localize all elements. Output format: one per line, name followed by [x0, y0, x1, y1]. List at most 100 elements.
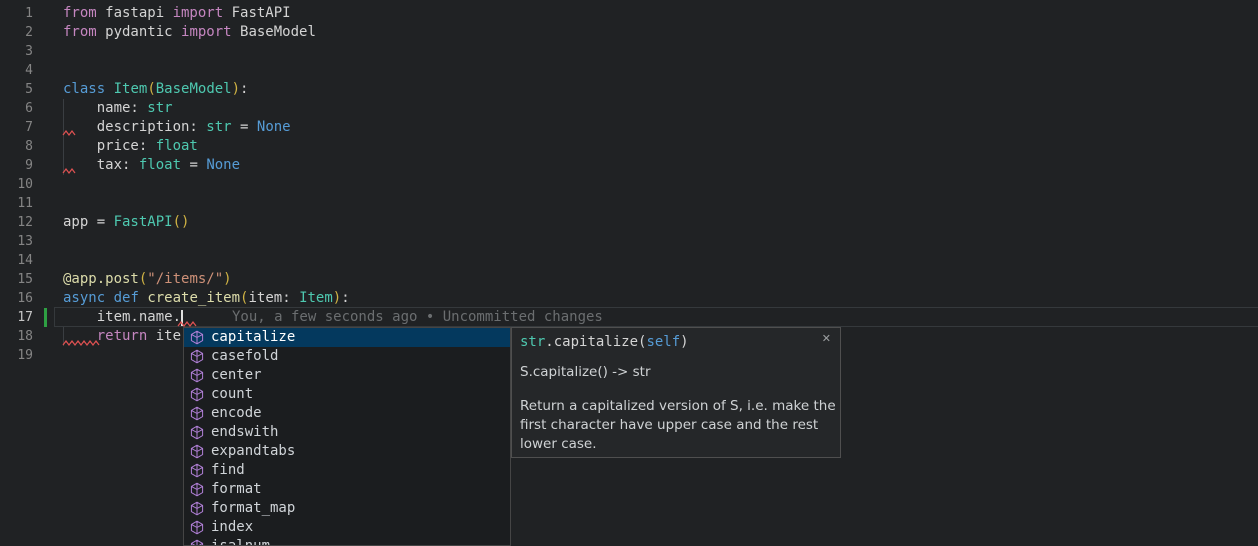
suggestion-item-format_map[interactable]: format_map — [184, 499, 510, 518]
line-number-1[interactable]: 1 — [0, 4, 33, 23]
suggestion-item-encode[interactable]: encode — [184, 404, 510, 423]
line-number-11[interactable]: 11 — [0, 194, 33, 213]
line-number-2[interactable]: 2 — [0, 23, 33, 42]
code-token: float — [156, 138, 198, 154]
line-number-3[interactable]: 3 — [0, 42, 33, 61]
line-number-18[interactable]: 18 — [0, 327, 33, 346]
line-number-8[interactable]: 8 — [0, 137, 33, 156]
code-token: async — [63, 290, 105, 306]
code-line-9[interactable]: tax: float = None — [63, 156, 240, 175]
method-icon — [189, 406, 205, 422]
code-token: class — [63, 81, 105, 97]
suggestion-label: capitalize — [211, 328, 295, 347]
suggestion-label: endswith — [211, 423, 278, 442]
code-line-1[interactable]: from fastapi import FastAPI — [63, 4, 291, 23]
suggestion-label: expandtabs — [211, 442, 295, 461]
code-token: from — [63, 5, 97, 21]
suggestion-item-index[interactable]: index — [184, 518, 510, 537]
code-token: : — [240, 81, 248, 97]
error-squiggle — [63, 130, 75, 136]
suggestion-docs-popup: str.capitalize(self) ✕ S.capitalize() ->… — [511, 327, 841, 458]
method-icon — [189, 387, 205, 403]
suggestion-item-find[interactable]: find — [184, 461, 510, 480]
code-token: create_item — [147, 290, 240, 306]
suggestion-label: format — [211, 480, 262, 499]
code-token: = — [181, 157, 206, 173]
line-number-6[interactable]: 6 — [0, 99, 33, 118]
code-token: import — [181, 24, 232, 40]
code-line-5[interactable]: class Item(BaseModel): — [63, 80, 248, 99]
method-icon — [189, 463, 205, 479]
code-line-16[interactable]: async def create_item(item: Item): — [63, 289, 350, 308]
suggestion-item-casefold[interactable]: casefold — [184, 347, 510, 366]
code-line-2[interactable]: from pydantic import BaseModel — [63, 23, 316, 42]
code-token: ( — [147, 81, 155, 97]
line-number-10[interactable]: 10 — [0, 175, 33, 194]
line-number-5[interactable]: 5 — [0, 80, 33, 99]
code-token: return — [97, 328, 148, 344]
code-token: item.name. — [63, 309, 181, 325]
code-token: None — [257, 119, 291, 135]
suggestion-label: encode — [211, 404, 262, 423]
method-icon — [189, 539, 205, 546]
code-token: FastAPI — [114, 214, 173, 230]
suggestion-item-endswith[interactable]: endswith — [184, 423, 510, 442]
code-token: item: — [248, 290, 299, 306]
code-token: ) — [232, 81, 240, 97]
code-token: FastAPI — [223, 5, 290, 21]
method-icon — [189, 349, 205, 365]
code-token: str — [206, 119, 231, 135]
code-token: pydantic — [97, 24, 181, 40]
code-line-8[interactable]: price: float — [63, 137, 198, 156]
code-editor: 12345678910111213141516171819 from fasta… — [0, 0, 1258, 546]
suggestion-item-format[interactable]: format — [184, 480, 510, 499]
code-line-7[interactable]: description: str = None — [63, 118, 291, 137]
docs-signature: str.capitalize(self) — [520, 334, 689, 351]
code-token — [105, 81, 113, 97]
code-line-6[interactable]: name: str — [63, 99, 173, 118]
suggestion-item-capitalize[interactable]: capitalize — [184, 328, 510, 347]
line-number-9[interactable]: 9 — [0, 156, 33, 175]
line-number-19[interactable]: 19 — [0, 346, 33, 365]
code-token: "/items/" — [147, 271, 223, 287]
suggestion-label: index — [211, 518, 253, 537]
code-line-15[interactable]: @app.post("/items/") — [63, 270, 232, 289]
code-token: Item — [299, 290, 333, 306]
code-token: str — [520, 334, 545, 350]
code-token: ite — [147, 328, 181, 344]
line-number-15[interactable]: 15 — [0, 270, 33, 289]
suggestion-item-center[interactable]: center — [184, 366, 510, 385]
line-number-13[interactable]: 13 — [0, 232, 33, 251]
line-number-17[interactable]: 17 — [0, 308, 33, 327]
code-token: = — [232, 119, 257, 135]
close-icon[interactable]: ✕ — [822, 332, 831, 345]
line-number-16[interactable]: 16 — [0, 289, 33, 308]
code-token: : — [341, 290, 349, 306]
git-added-line-indicator — [44, 308, 47, 327]
code-token: def — [114, 290, 139, 306]
line-number-12[interactable]: 12 — [0, 213, 33, 232]
code-line-12[interactable]: app = FastAPI() — [63, 213, 189, 232]
code-token: Item — [114, 81, 148, 97]
line-number-4[interactable]: 4 — [0, 61, 33, 80]
code-token: BaseModel — [156, 81, 232, 97]
code-token: str — [147, 100, 172, 116]
code-token: float — [139, 157, 181, 173]
code-token — [105, 290, 113, 306]
code-token: name: — [63, 100, 147, 116]
code-line-17[interactable]: item.name. — [63, 308, 181, 327]
code-token: @app.post — [63, 271, 139, 287]
error-squiggle — [63, 340, 99, 346]
method-icon — [189, 368, 205, 384]
suggestion-item-count[interactable]: count — [184, 385, 510, 404]
code-token: None — [206, 157, 240, 173]
code-token: self — [646, 334, 680, 350]
method-icon — [189, 501, 205, 517]
suggestion-label: find — [211, 461, 245, 480]
method-icon — [189, 425, 205, 441]
suggestion-item-isalnum[interactable]: isalnum — [184, 537, 510, 546]
line-number-14[interactable]: 14 — [0, 251, 33, 270]
line-number-7[interactable]: 7 — [0, 118, 33, 137]
suggestion-item-expandtabs[interactable]: expandtabs — [184, 442, 510, 461]
code-token: import — [173, 5, 224, 21]
